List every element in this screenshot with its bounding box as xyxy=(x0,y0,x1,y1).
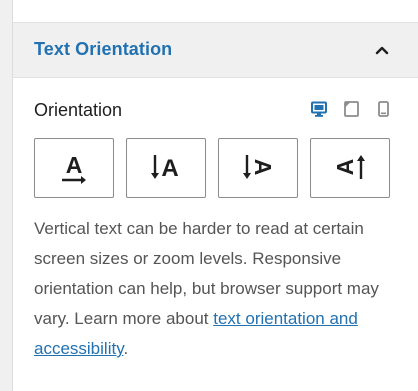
orientation-vertical-right-button[interactable]: A xyxy=(218,138,298,198)
panel-title: Text Orientation xyxy=(34,39,173,59)
orientation-vertical-left-button[interactable]: A xyxy=(310,138,390,198)
orientation-options: A A A A xyxy=(34,138,390,198)
desktop-device-button[interactable] xyxy=(308,98,330,120)
text-vertical-left-icon: A xyxy=(332,155,365,179)
editor-frame: Text Orientation Orientation A A A A Ver… xyxy=(0,0,418,391)
help-end: . xyxy=(123,339,129,358)
svg-text:A: A xyxy=(66,152,83,178)
text-horizontal-icon: A xyxy=(62,152,86,184)
help-text: Vertical text can be harder to read at c… xyxy=(34,214,404,364)
chevron-up-icon xyxy=(375,46,389,55)
previous-panel-edge xyxy=(13,0,418,22)
mobile-icon xyxy=(377,101,389,117)
tablet-icon xyxy=(343,101,359,117)
desktop-icon xyxy=(311,101,327,117)
orientation-horizontal-button[interactable]: A xyxy=(34,138,114,198)
sidebar-panel: Text Orientation Orientation A A A A Ver… xyxy=(12,0,418,391)
text-vertical-right-icon: A xyxy=(243,155,276,179)
orientation-label: Orientation xyxy=(34,100,123,120)
mobile-device-button[interactable] xyxy=(372,98,394,120)
text-vertical-upright-icon: A xyxy=(151,155,179,182)
svg-text:A: A xyxy=(250,159,276,176)
tablet-device-button[interactable] xyxy=(340,98,362,120)
svg-text:A: A xyxy=(332,159,358,176)
text-orientation-panel-toggle[interactable]: Text Orientation xyxy=(13,22,418,78)
device-switcher xyxy=(308,98,394,120)
orientation-vertical-upright-button[interactable]: A xyxy=(126,138,206,198)
svg-text:A: A xyxy=(161,155,178,182)
